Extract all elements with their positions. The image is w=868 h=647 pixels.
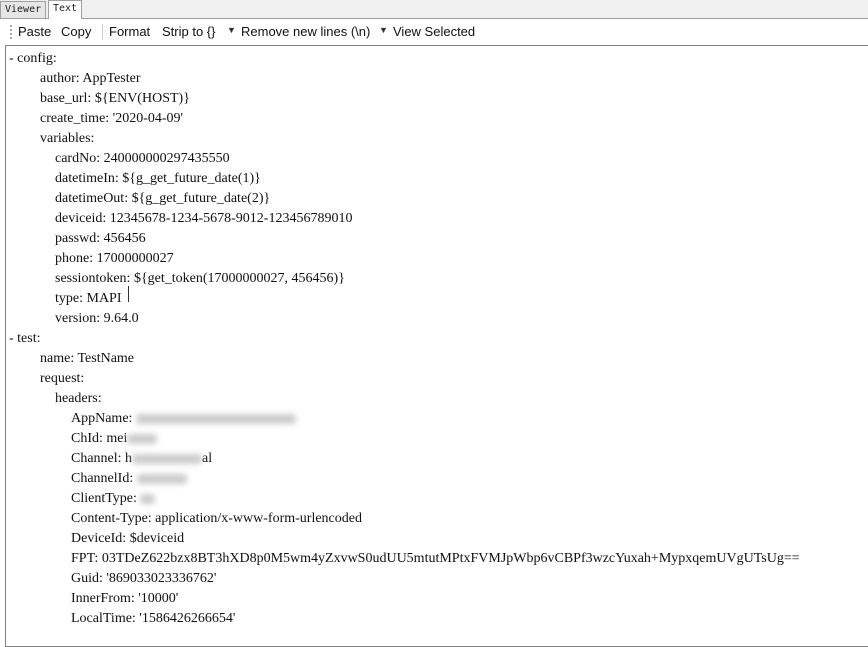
code-line-text: - test: <box>9 331 41 346</box>
code-line-text: ClientType: <box>71 491 141 506</box>
code-line: datetimeOut: ${g_get_future_date(2)} <box>55 189 270 209</box>
code-line: FPT: 03TDeZ622bzx8BT3hXD8p0M5wm4yZxvwS0u… <box>71 549 800 569</box>
code-line: passwd: 456456 <box>55 229 146 249</box>
code-line: AppName: <box>71 409 296 429</box>
code-line-text: base_url: ${ENV(HOST)} <box>40 91 190 106</box>
code-line: LocalTime: '1586426266654' <box>71 609 235 629</box>
code-line-text: name: TestName <box>40 351 135 366</box>
code-line-text: author: AppTester <box>40 71 141 86</box>
code-line: request: <box>40 369 84 389</box>
tab-bar: Viewer Text <box>0 0 868 20</box>
code-line: create_time: '2020-04-09' <box>40 109 183 129</box>
code-line-text: AppName: <box>71 411 136 426</box>
code-line-text: FPT: 03TDeZ622bzx8BT3hXD8p0M5wm4yZxvwS0u… <box>71 551 800 566</box>
text-cursor <box>128 286 135 302</box>
code-line-text: version: 9.64.0 <box>55 311 139 326</box>
code-line: phone: 17000000027 <box>55 249 174 269</box>
code-line: - test: <box>9 329 41 349</box>
code-line: deviceid: 12345678-1234-5678-9012-123456… <box>55 209 352 229</box>
code-line-text: phone: 17000000027 <box>55 251 174 266</box>
code-line: ClientType: <box>71 489 156 509</box>
code-line: ChannelId: <box>71 469 187 489</box>
code-line-text: - config: <box>9 51 57 66</box>
code-line-text: headers: <box>55 391 102 406</box>
tab-text[interactable]: Text <box>48 0 83 20</box>
code-line-text: variables: <box>40 131 95 146</box>
strip-button[interactable]: Strip to {} <box>162 24 215 39</box>
toolbar-grip[interactable] <box>10 25 14 39</box>
format-button[interactable]: Format <box>109 24 150 39</box>
code-line-text: Content-Type: application/x-www-form-url… <box>71 511 362 526</box>
redacted-value <box>135 413 296 424</box>
code-line: Content-Type: application/x-www-form-url… <box>71 509 362 529</box>
code-line: Guid: '869033023336762' <box>71 569 216 589</box>
code-line-text: LocalTime: '1586426266654' <box>71 611 236 626</box>
toolbar: Paste Copy Format Strip to {} ▼ Remove n… <box>0 19 868 44</box>
code-line-text: DeviceId: $deviceid <box>71 531 185 546</box>
code-line: version: 9.64.0 <box>55 309 139 329</box>
code-line: - config: <box>9 49 57 69</box>
code-line: DeviceId: $deviceid <box>71 529 184 549</box>
code-line: type: MAPI <box>55 289 122 309</box>
code-line-text: ChId: mei <box>71 431 128 446</box>
remove-newlines-button[interactable]: Remove new lines (\n) <box>241 24 370 39</box>
code-line: base_url: ${ENV(HOST)} <box>40 89 190 109</box>
code-line-text: type: MAPI <box>55 291 122 306</box>
code-line-text: Guid: '869033023336762' <box>71 571 217 586</box>
code-line: cardNo: 240000000297435550 <box>55 149 230 169</box>
code-line-text: create_time: '2020-04-09' <box>40 111 184 126</box>
code-line-text: InnerFrom: '10000' <box>71 591 179 606</box>
code-line: ChId: mei <box>71 429 158 449</box>
redacted-value <box>140 493 156 504</box>
paste-button[interactable]: Paste <box>18 24 51 39</box>
code-line: author: AppTester <box>40 69 141 89</box>
code-line-text: Channel: h <box>71 451 133 466</box>
redacted-value <box>127 433 158 444</box>
code-line-text: request: <box>40 371 85 386</box>
code-line: variables: <box>40 129 94 149</box>
code-line: headers: <box>55 389 102 409</box>
strip-dropdown-icon[interactable]: ▼ <box>227 25 236 35</box>
code-line-text: datetimeOut: ${g_get_future_date(2)} <box>55 191 271 206</box>
copy-button[interactable]: Copy <box>61 24 91 39</box>
code-line: Channel: h al <box>71 449 212 469</box>
code-line-text: al <box>202 451 213 466</box>
code-line: sessiontoken: ${get_token(17000000027, 4… <box>55 269 345 289</box>
code-line-text: passwd: 456456 <box>55 231 146 246</box>
code-line-text: ChannelId: <box>71 471 137 486</box>
code-line: datetimeIn: ${g_get_future_date(1)} <box>55 169 261 189</box>
code-line: InnerFrom: '10000' <box>71 589 178 609</box>
tab-viewer[interactable]: Viewer <box>0 1 47 18</box>
remove-newlines-dropdown-icon[interactable]: ▼ <box>379 25 388 35</box>
code-line-text: sessiontoken: ${get_token(17000000027, 4… <box>55 271 345 286</box>
view-selected-button[interactable]: View Selected <box>393 24 475 39</box>
redacted-value <box>132 453 203 464</box>
code-line-text: deviceid: 12345678-1234-5678-9012-123456… <box>55 211 353 226</box>
code-line-text: datetimeIn: ${g_get_future_date(1)} <box>55 171 261 186</box>
text-editor[interactable]: - config: author: AppTester base_url: ${EN… <box>5 45 868 647</box>
code-line: name: TestName <box>40 349 134 369</box>
redacted-value <box>136 473 187 484</box>
code-line-text: cardNo: 240000000297435550 <box>55 151 230 166</box>
toolbar-separator <box>102 24 103 39</box>
